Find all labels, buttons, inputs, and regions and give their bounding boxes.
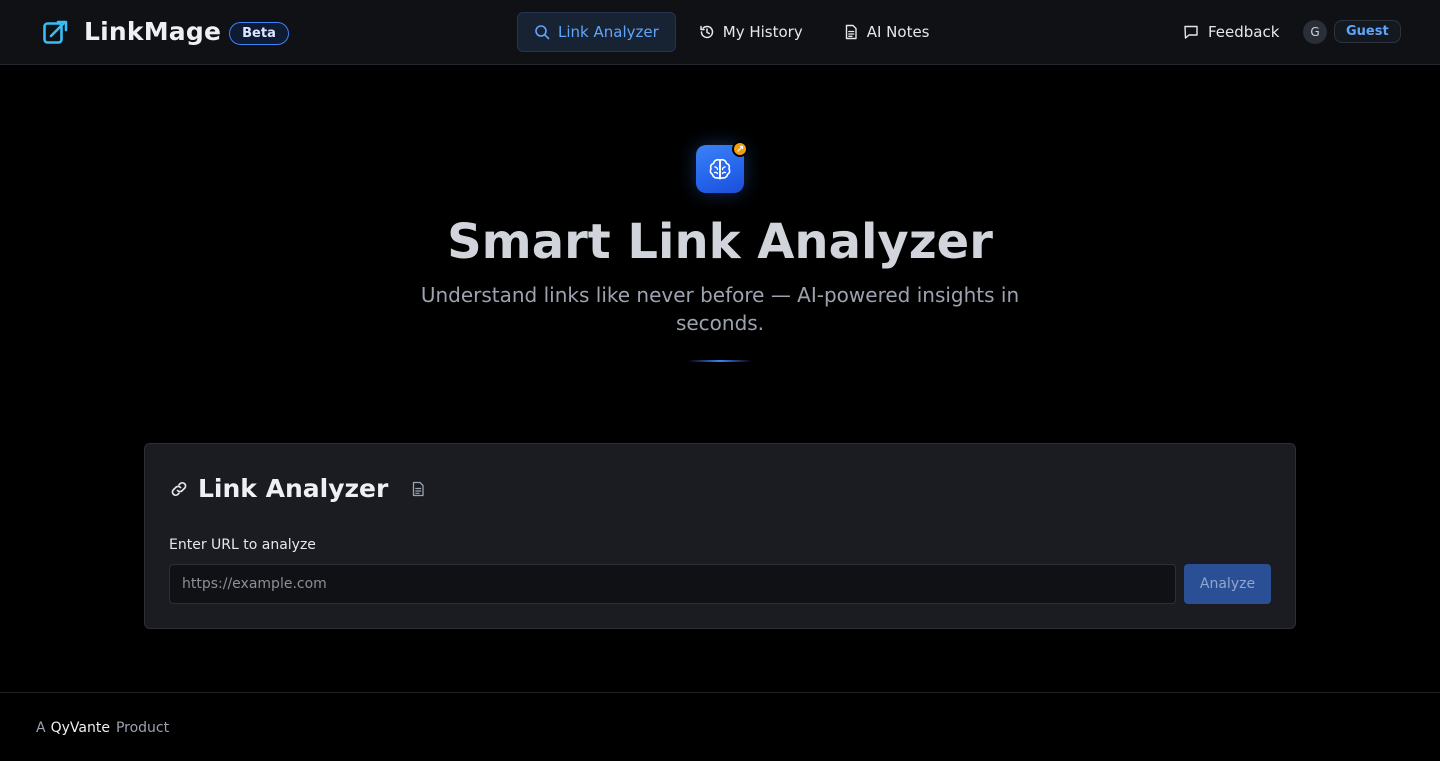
search-icon	[535, 25, 550, 40]
brand-logo-icon	[43, 20, 68, 44]
nav-ai-notes[interactable]: AI Notes	[824, 12, 947, 52]
footer-prefix: A	[36, 720, 46, 736]
link-icon	[171, 481, 187, 497]
nav-my-history-label: My History	[722, 23, 803, 41]
nav-ai-notes-label: AI Notes	[866, 23, 930, 41]
brain-icon	[709, 158, 731, 180]
url-field-label: Enter URL to analyze	[169, 537, 316, 553]
nav-link-analyzer[interactable]: Link Analyzer	[517, 12, 676, 52]
page-subtitle: Understand links like never before — AI-…	[420, 283, 1020, 335]
card-title: Link Analyzer	[198, 474, 389, 503]
hero-divider	[688, 360, 752, 362]
avatar[interactable]: G	[1303, 20, 1327, 44]
beta-badge: Beta	[229, 22, 289, 45]
analyze-button[interactable]: Analyze	[1184, 564, 1271, 604]
page-title: Smart Link Analyzer	[447, 214, 993, 270]
nav-my-history[interactable]: My History	[694, 12, 822, 52]
card-header: Link Analyzer	[169, 474, 426, 504]
footer-company[interactable]: QyVante	[51, 720, 110, 736]
url-input[interactable]	[169, 564, 1176, 604]
hero-link-badge	[732, 141, 748, 157]
guest-user-badge[interactable]: Guest	[1334, 20, 1401, 43]
link-icon	[737, 145, 744, 152]
main-nav: Link Analyzer My History AI Notes	[517, 12, 947, 52]
brand-name: LinkMage	[84, 17, 222, 46]
document-icon[interactable]	[410, 481, 426, 497]
history-icon	[700, 25, 714, 39]
chat-bubble-icon	[1184, 25, 1198, 39]
brand[interactable]: LinkMage Beta	[42, 17, 289, 47]
document-icon	[845, 24, 857, 40]
top-header: LinkMage Beta Link Analyzer My History A…	[0, 0, 1440, 65]
link-analyzer-card: Link Analyzer Enter URL to analyze Analy…	[144, 443, 1296, 629]
footer-suffix: Product	[115, 720, 170, 736]
feedback-label: Feedback	[1208, 23, 1280, 41]
footer: A QyVante Product	[0, 692, 1440, 761]
footer-credit: A QyVante Product	[36, 719, 169, 737]
feedback-button[interactable]: Feedback	[1183, 20, 1279, 44]
nav-link-analyzer-label: Link Analyzer	[558, 23, 659, 41]
